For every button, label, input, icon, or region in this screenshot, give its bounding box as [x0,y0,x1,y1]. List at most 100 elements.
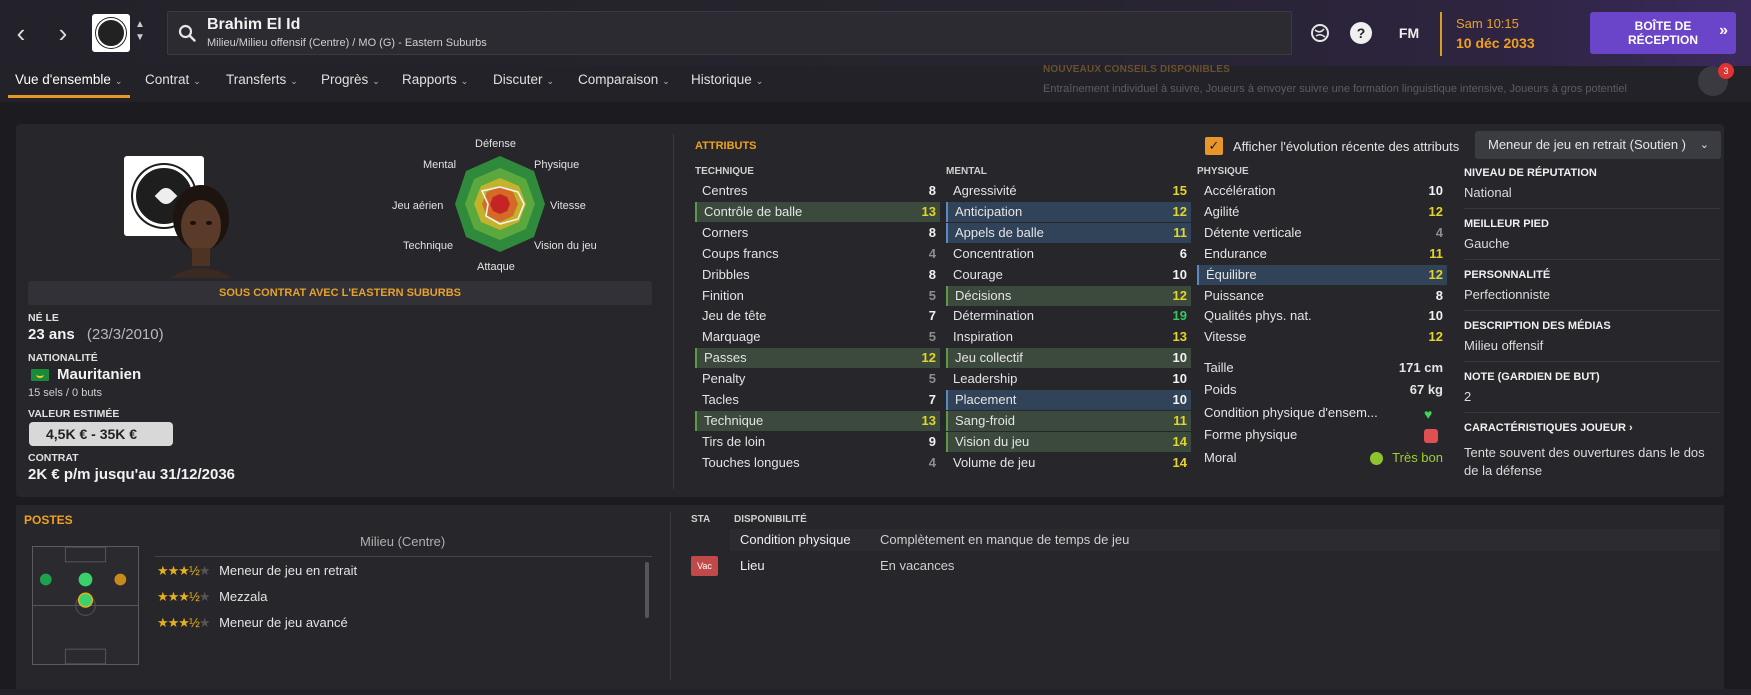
morale-value[interactable]: Très bon [1392,450,1443,465]
tab-progress[interactable]: Progrès ⌄ [321,72,380,95]
attribute-row[interactable]: Puissance 8 [1197,286,1447,306]
player-portrait [170,185,232,278]
attribute-row[interactable]: Tacles 7 [695,390,940,410]
attribute-row[interactable]: Finition 5 [695,286,940,306]
help-icon[interactable]: ? [1350,22,1372,44]
attribute-row[interactable]: Courage 10 [946,265,1191,285]
attribute-value: 4 [928,454,936,470]
chevron-down-icon: ⌄ [114,76,123,86]
weight-row: Poids 67 kg [1197,380,1447,400]
value-label: VALEUR ESTIMÉE [28,408,120,420]
role-select-dropdown[interactable]: Meneur de jeu en retrait (Soutien ) ⌄ [1475,131,1721,159]
attribute-row[interactable]: Jeu collectif 10 [946,348,1191,369]
attribute-value: 15 [1172,183,1187,198]
attribute-row[interactable]: Passes 12 [695,348,940,369]
tab-history[interactable]: Historique ⌄ [691,72,763,95]
availability-header: DISPONIBILITÉ [734,514,807,525]
radar-label-aerial: Jeu aérien [392,200,444,212]
attribute-row[interactable]: Jeu de tête 7 [695,306,940,326]
position-pitch-diagram[interactable] [32,546,139,665]
attribute-row[interactable]: Contrôle de balle 13 [695,201,940,222]
advice-text[interactable]: Entraînement individuel à suivre, Joueur… [1043,83,1627,95]
attribute-row[interactable]: Endurance 11 [1197,244,1447,264]
attribute-row[interactable]: Volume de jeu 14 [946,453,1191,473]
attribute-row[interactable]: Équilibre 12 [1197,264,1447,285]
tab-label: Transferts [226,72,287,87]
attribute-name: Qualités phys. nat. [1204,308,1312,324]
attribute-name: Concentration [953,245,1034,261]
attribute-row[interactable]: Touches longues 4 [695,453,940,473]
personality-label: PERSONNALITÉ [1464,269,1551,281]
role-rating-stars: ★★★½★ [157,589,210,604]
attribute-row[interactable]: Placement 10 [946,390,1191,410]
role-row[interactable]: ★★★½★ Meneur de jeu avancé [157,615,348,631]
search-box[interactable]: Brahim El Id Milieu/Milieu offensif (Cen… [167,11,1292,55]
attribute-name: Passes [704,350,747,366]
chevron-down-icon: ⌄ [460,76,469,86]
attribute-row[interactable]: Tirs de loin 9 [695,432,940,452]
tab-label: Vue d'ensemble [15,72,111,87]
empty-star-icon: ★ [198,615,211,630]
attribute-name: Jeu collectif [955,350,1023,366]
estimated-value-pill: 4,5K € - 35K € [29,422,173,446]
birthdate: (23/3/2010) [86,326,164,343]
half-star-icon: ½ [188,615,200,630]
attribute-value: 6 [1179,245,1187,261]
inbox-continue-button[interactable]: BOÎTE DE RÉCEPTION » [1590,12,1736,54]
attribute-row[interactable]: Vision du jeu 14 [946,431,1191,452]
attribute-row[interactable]: Vitesse 12 [1197,327,1447,347]
game-date-box[interactable]: Sam 10:15 10 déc 2033 [1440,12,1575,56]
attribute-row[interactable]: Concentration 6 [946,244,1191,264]
attribute-row[interactable]: Centres 8 [695,181,940,201]
attribute-row[interactable]: Coups francs 4 [695,244,940,264]
roles-scrollbar[interactable] [645,562,649,618]
attribute-row[interactable]: Agilité 12 [1197,202,1447,222]
club-switch-spinner[interactable]: ▲ ▼ [135,18,145,44]
tab-reports[interactable]: Rapports ⌄ [402,72,468,95]
attribute-row[interactable]: Dribbles 8 [695,265,940,285]
attribute-row[interactable]: Décisions 12 [946,285,1191,306]
attribute-row[interactable]: Inspiration 13 [946,327,1191,347]
tab-transfers[interactable]: Transferts ⌄ [226,72,298,95]
show-recent-changes-checkbox[interactable]: ✓ [1205,137,1223,155]
attribute-row[interactable]: Appels de balle 11 [946,222,1191,243]
advice-title[interactable]: NOUVEAUX CONSEILS DISPONIBLES [1043,64,1230,75]
age: 23 ans [28,326,75,343]
attribute-row[interactable]: Détente verticale 4 [1197,223,1447,243]
show-recent-changes-label[interactable]: Afficher l'évolution récente des attribu… [1233,139,1459,154]
attribute-row[interactable]: Anticipation 12 [946,201,1191,222]
attribute-value: 12 [1428,203,1443,219]
tab-comparison[interactable]: Comparaison ⌄ [578,72,670,95]
attribute-row[interactable]: Accélération 10 [1197,181,1447,201]
player-traits-link[interactable]: CARACTÉRISTIQUES JOUEUR › [1464,422,1633,434]
attribute-row[interactable]: Corners 8 [695,223,940,243]
role-rating-stars: ★★★½★ [157,563,210,578]
attribute-row[interactable]: Leadership 10 [946,369,1191,389]
attribute-row[interactable]: Détermination 19 [946,306,1191,326]
divider [1464,259,1720,260]
tab-discuss[interactable]: Discuter ⌄ [493,72,554,95]
role-row[interactable]: ★★★½★ Meneur de jeu en retrait [157,563,357,579]
back-arrow-icon[interactable]: ‹ [8,18,34,48]
attribute-row[interactable]: Technique 13 [695,410,940,431]
notification-count-badge: 3 [1718,63,1734,79]
nationality-value[interactable]: Mauritanien [57,366,141,383]
attribute-name: Puissance [1204,287,1264,303]
forward-arrow-icon[interactable]: › [50,18,76,48]
fm-menu-button[interactable]: FM [1393,20,1425,46]
nationality-label: NATIONALITÉ [28,352,98,364]
divider [670,512,671,680]
club-badge-icon[interactable] [92,14,130,52]
globe-icon[interactable] [1307,20,1333,46]
tab-overview[interactable]: Vue d'ensemble ⌄ [8,72,131,98]
role-row[interactable]: ★★★½★ Mezzala [157,589,268,605]
attribute-value: 5 [928,329,936,345]
attribute-row[interactable]: Penalty 5 [695,369,940,389]
tab-contract[interactable]: Contrat ⌄ [145,72,201,95]
attribute-row[interactable]: Qualités phys. nat. 10 [1197,306,1447,326]
attribute-row[interactable]: Agressivité 15 [946,181,1191,201]
attribute-row[interactable]: Marquage 5 [695,327,940,347]
attribute-row[interactable]: Sang-froid 11 [946,410,1191,431]
tab-label: Discuter [493,72,543,87]
attribute-name: Sang-froid [955,412,1015,428]
